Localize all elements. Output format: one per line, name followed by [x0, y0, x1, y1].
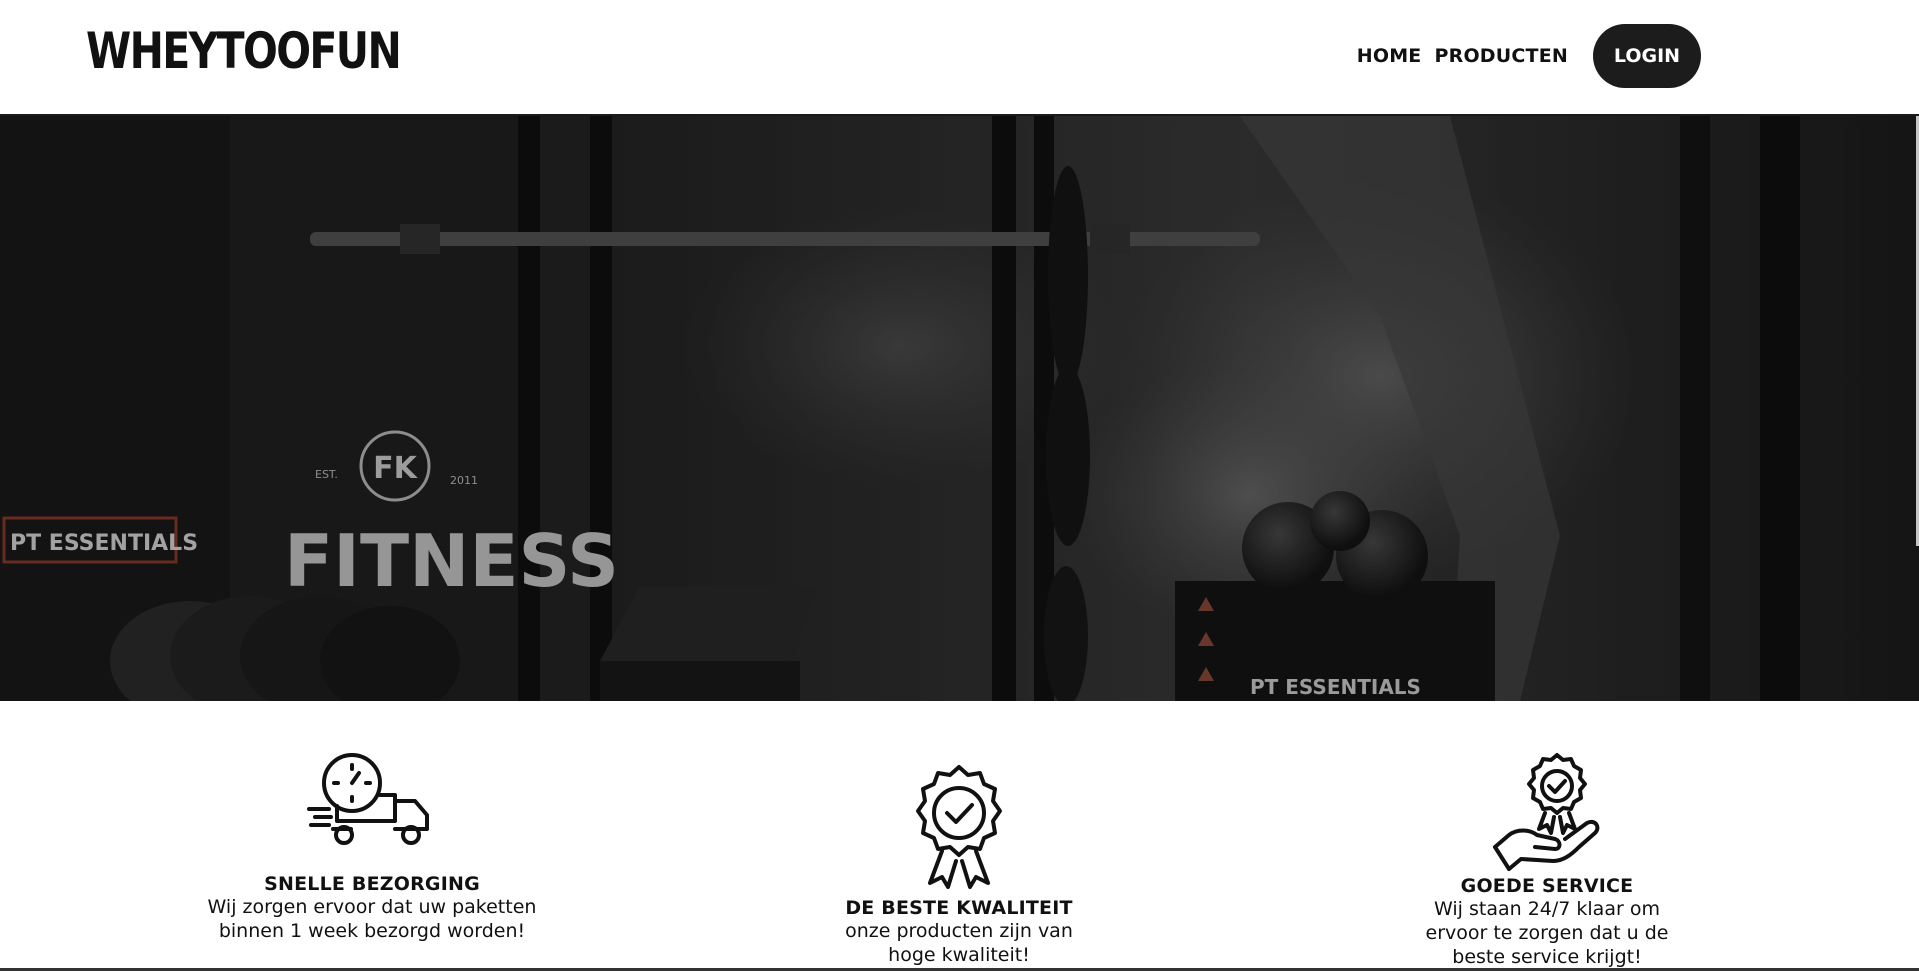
quality-badge-icon — [916, 765, 1002, 889]
feature-quality: DE BESTE KWALITEIT onze producten zijn v… — [779, 763, 1139, 967]
features-section: SNELLE BEZORGING Wij zorgen ervoor dat u… — [0, 701, 1919, 971]
feature-quality-title: DE BESTE KWALITEIT — [845, 897, 1073, 919]
service-hand-icon — [1493, 753, 1600, 871]
main-nav: HOME PRODUCTEN LOGIN — [1344, 24, 1701, 88]
feature-delivery: SNELLE BEZORGING Wij zorgen ervoor dat u… — [192, 751, 552, 943]
feature-service-title: GOEDE SERVICE — [1460, 875, 1634, 897]
nav-home-link[interactable]: HOME — [1357, 45, 1422, 67]
login-button[interactable]: LOGIN — [1593, 24, 1701, 88]
gym-hero-image: FK EST. 2011 FITNESS PT ESSENTIALS PT ES… — [0, 116, 1919, 701]
feature-service-text: Wij staan 24/7 klaar om ervoor te zorgen… — [1425, 898, 1669, 968]
feature-quality-text: onze producten zijn van hoge kwaliteit! — [845, 920, 1073, 966]
nav-producten-link[interactable]: PRODUCTEN — [1435, 45, 1569, 67]
hero-banner: FK EST. 2011 FITNESS PT ESSENTIALS PT ES… — [0, 116, 1919, 701]
feature-service: GOEDE SERVICE Wij staan 24/7 klaar om er… — [1367, 751, 1727, 969]
feature-delivery-text: Wij zorgen ervoor dat uw paketten binnen… — [207, 896, 537, 942]
delivery-truck-icon — [307, 753, 429, 845]
site-logo[interactable]: WHEYTOOFUN — [86, 22, 402, 80]
feature-delivery-title: SNELLE BEZORGING — [264, 873, 480, 895]
site-header: WHEYTOOFUN HOME PRODUCTEN LOGIN — [0, 0, 1919, 116]
